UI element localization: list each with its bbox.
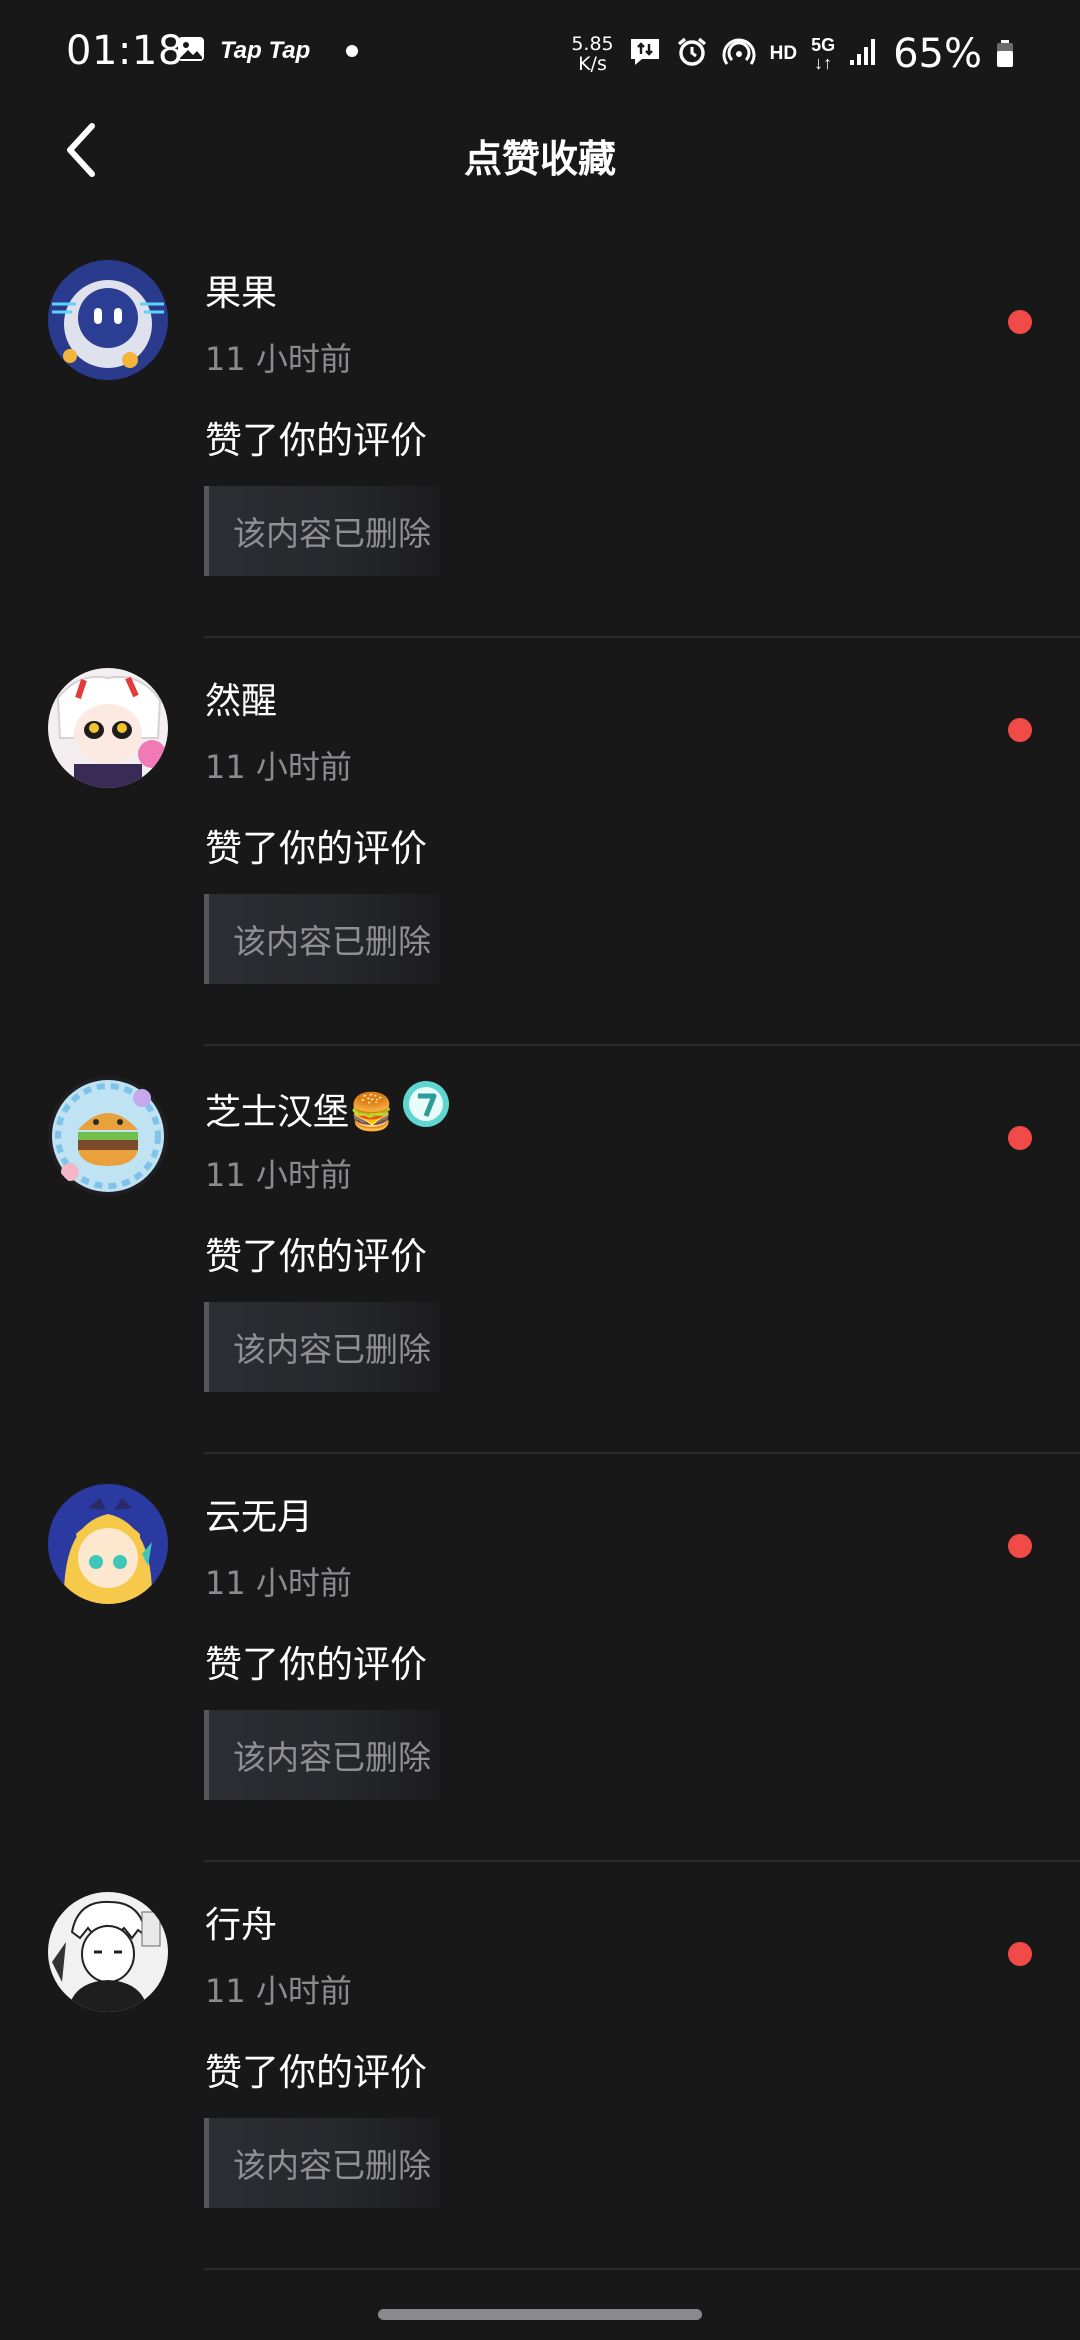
- action-text: 赞了你的评价: [205, 2051, 427, 2094]
- timestamp: 11 小时前: [205, 1156, 352, 1194]
- signal-icon: [849, 38, 879, 70]
- user-name-text[interactable]: 芝士汉堡🍔: [205, 1083, 394, 1135]
- action-text: 赞了你的评价: [205, 419, 427, 462]
- action-text: 赞了你的评价: [205, 827, 427, 870]
- message-icon: [628, 36, 662, 72]
- hd-indicator: HD: [769, 43, 798, 64]
- page-header: 点赞收藏: [0, 108, 1080, 196]
- status-notification-icons: Tap Tap: [176, 34, 359, 68]
- alarm-icon: [676, 36, 708, 72]
- timestamp: 11 小时前: [205, 748, 352, 786]
- unread-dot: [1008, 718, 1032, 742]
- network-speed-unit: K/s: [578, 53, 607, 75]
- avatar[interactable]: [48, 668, 168, 788]
- deleted-content-card[interactable]: 该内容已删除: [204, 1710, 440, 1800]
- deleted-content-card[interactable]: 该内容已删除: [204, 894, 440, 984]
- status-bar: 01:18 Tap Tap 5.85 K/s HD 5G ↓↑ 65%: [0, 0, 1080, 108]
- hotspot-icon: [722, 37, 756, 71]
- notification-item[interactable]: 果果 11 小时前 赞了你的评价 该内容已删除: [0, 230, 1080, 638]
- notification-item[interactable]: 芝士汉堡🍔 11 小时前 赞了你的评价 该内容已删除: [0, 1046, 1080, 1454]
- user-name[interactable]: 芝士汉堡🍔: [205, 1080, 450, 1137]
- battery-percent: 65%: [893, 31, 982, 77]
- home-indicator[interactable]: [378, 2309, 702, 2320]
- gallery-icon: [176, 34, 206, 68]
- action-text: 赞了你的评价: [205, 1235, 427, 1278]
- user-name[interactable]: 然醒: [205, 672, 277, 724]
- notification-item[interactable]: 云无月 11 小时前 赞了你的评价 该内容已删除: [0, 1454, 1080, 1862]
- user-name-text[interactable]: 行舟: [205, 1896, 277, 1948]
- network-type: 5G ↓↑: [811, 36, 835, 72]
- user-name[interactable]: 果果: [205, 264, 277, 316]
- user-name-text[interactable]: 然醒: [205, 672, 277, 724]
- user-name[interactable]: 行舟: [205, 1896, 277, 1948]
- status-right-icons: 5.85 K/s HD 5G ↓↑ 65%: [571, 28, 1014, 80]
- divider: [204, 2268, 1080, 2270]
- avatar[interactable]: [48, 260, 168, 380]
- status-time: 01:18: [66, 28, 184, 74]
- timestamp: 11 小时前: [205, 1972, 352, 2010]
- notification-list[interactable]: 果果 11 小时前 赞了你的评价 该内容已删除 然醒 11 小时前 赞了你的评价…: [0, 230, 1080, 2270]
- avatar[interactable]: [48, 1076, 168, 1196]
- unread-dot: [1008, 1942, 1032, 1966]
- avatar[interactable]: [48, 1484, 168, 1604]
- unread-dot: [1008, 1534, 1032, 1558]
- name-badges: [402, 1080, 450, 1137]
- notification-item[interactable]: 然醒 11 小时前 赞了你的评价 该内容已删除: [0, 638, 1080, 1046]
- user-name-text[interactable]: 云无月: [205, 1488, 313, 1540]
- verified-badge-icon[interactable]: [402, 1080, 450, 1137]
- status-app-name: Tap Tap: [220, 37, 311, 64]
- timestamp: 11 小时前: [205, 340, 352, 378]
- battery-icon: [996, 40, 1014, 68]
- unread-dot: [1008, 1126, 1032, 1150]
- user-name-text[interactable]: 果果: [205, 264, 277, 316]
- unread-dot: [1008, 310, 1032, 334]
- page-title: 点赞收藏: [463, 137, 616, 181]
- more-notifications-dot: [346, 45, 359, 57]
- deleted-content-card[interactable]: 该内容已删除: [204, 1302, 440, 1392]
- timestamp: 11 小时前: [205, 1564, 352, 1602]
- network-speed: 5.85 K/s: [571, 34, 613, 74]
- network-type-label: 5G: [811, 35, 836, 55]
- action-text: 赞了你的评价: [205, 1643, 427, 1686]
- avatar[interactable]: [48, 1892, 168, 2012]
- network-speed-value: 5.85: [571, 33, 614, 55]
- data-arrows-icon: ↓↑: [814, 53, 833, 73]
- deleted-content-card[interactable]: 该内容已删除: [204, 2118, 440, 2208]
- notification-item[interactable]: 行舟 11 小时前 赞了你的评价 该内容已删除: [0, 1862, 1080, 2270]
- deleted-content-card[interactable]: 该内容已删除: [204, 486, 440, 576]
- user-name[interactable]: 云无月: [205, 1488, 313, 1540]
